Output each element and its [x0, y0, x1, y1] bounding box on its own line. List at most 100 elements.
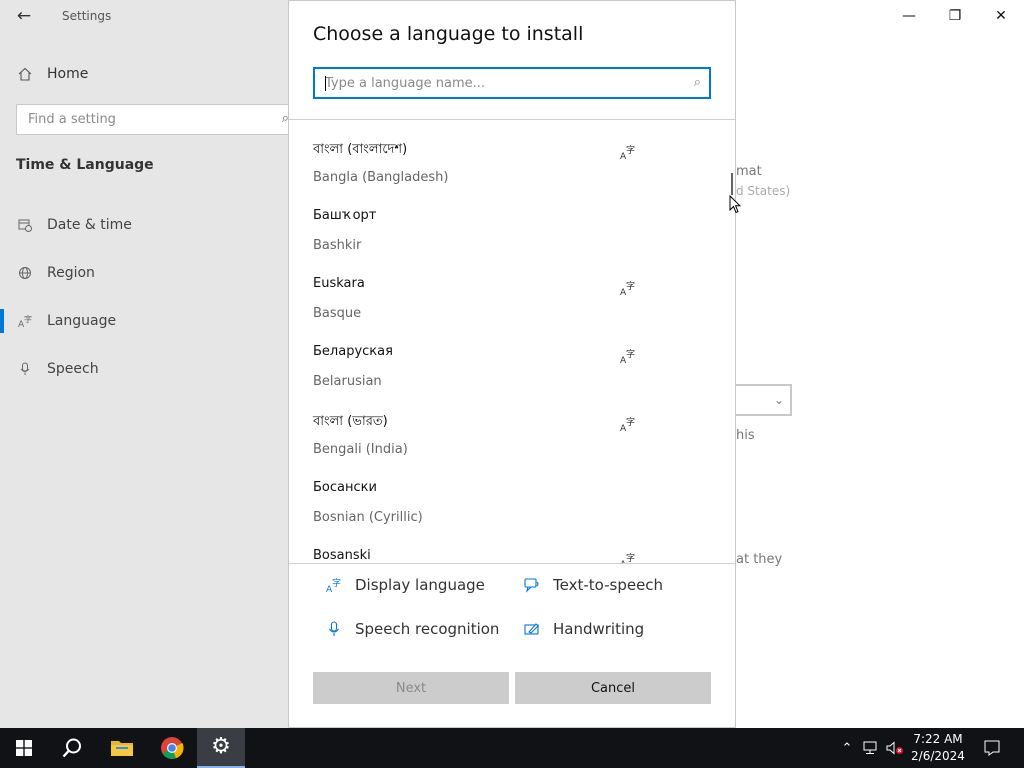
list-item[interactable]: Башҡорт Bashkir — [313, 188, 643, 253]
svg-text:字: 字 — [626, 416, 635, 428]
language-english-name: Bashkir — [313, 238, 362, 253]
svg-text:字: 字 — [626, 280, 635, 292]
svg-text:字: 字 — [626, 348, 635, 360]
display-language-icon: A字 — [620, 416, 635, 432]
minimize-button[interactable]: — — [886, 0, 932, 32]
show-hidden-icons-button[interactable]: ⌃ — [838, 728, 856, 768]
app-title: Settings — [62, 9, 112, 23]
taskbar-chrome[interactable] — [148, 728, 196, 768]
svg-text:字: 字 — [626, 144, 635, 156]
list-item[interactable]: Босански Bosnian (Cyrillic) — [313, 460, 643, 525]
language-list[interactable]: বাংলা (বাংলাদেশ) Bangla (Bangladesh) A字 … — [289, 120, 735, 563]
legend-label: Handwriting — [553, 620, 645, 638]
language-native-name: Башҡорт — [313, 208, 377, 223]
display-language-icon: A字 — [620, 144, 635, 160]
list-item[interactable]: Bosanski A字 — [313, 528, 643, 563]
dropdown-fragment[interactable]: ⌄ — [736, 384, 792, 416]
network-button[interactable] — [861, 728, 881, 768]
microphone-icon — [16, 362, 34, 376]
text-fragment-this: his — [736, 428, 755, 443]
close-button[interactable]: ✕ — [978, 0, 1024, 32]
dialog-title: Choose a language to install — [313, 23, 584, 45]
next-button[interactable]: Next — [313, 672, 509, 704]
language-english-name: Bangla (Bangladesh) — [313, 170, 449, 185]
text-to-speech-icon — [523, 577, 541, 593]
taskbar-settings[interactable]: ⚙ — [197, 728, 245, 768]
legend-label: Speech recognition — [355, 620, 500, 638]
windows-logo-icon — [16, 740, 32, 756]
clock-time: 7:22 AM — [913, 732, 963, 746]
notifications-button[interactable] — [978, 728, 1006, 768]
choose-language-dialog: Choose a language to install ⌕ বাংলা (বা… — [288, 0, 736, 728]
network-icon — [863, 741, 877, 754]
close-icon: ✕ — [995, 8, 1007, 24]
list-item[interactable]: Euskara Basque A字 — [313, 256, 643, 321]
language-search-box[interactable]: ⌕ — [313, 67, 711, 99]
legend-display-language: A字 Display language — [325, 576, 485, 594]
chevron-down-icon: ⌄ — [773, 393, 784, 407]
volume-button[interactable] — [884, 728, 906, 768]
sidebar-item-region[interactable]: Region — [16, 261, 95, 285]
find-setting-input[interactable]: Find a setting ⌕ — [16, 104, 294, 135]
svg-text:字: 字 — [24, 314, 32, 324]
folder-icon — [111, 741, 133, 756]
svg-text:字: 字 — [332, 577, 341, 589]
handwriting-icon — [523, 621, 541, 637]
sidebar-item-speech[interactable]: Speech — [16, 357, 99, 381]
language-native-name: বাংলা (বাংলাদেশ) — [313, 142, 408, 157]
list-item[interactable]: বাংলা (ভারত) Bengali (India) A字 — [313, 392, 643, 457]
volume-muted-icon — [886, 741, 903, 755]
display-language-icon: A字 — [620, 280, 635, 296]
notification-icon — [984, 740, 1000, 756]
display-language-icon: A字 — [620, 348, 635, 364]
legend-handwriting: Handwriting — [523, 620, 644, 638]
start-button[interactable] — [0, 728, 48, 768]
settings-sidebar: ← Settings Home Find a setting ⌕ Time & … — [0, 0, 294, 728]
taskbar-file-explorer[interactable] — [98, 728, 146, 768]
search-icon: ⌕ — [693, 75, 701, 90]
window-controls: — ❐ ✕ — [886, 0, 1024, 32]
format-label-fragment: mat — [736, 164, 762, 179]
display-language-icon: A字 — [620, 552, 635, 563]
back-button[interactable]: ← — [12, 4, 36, 28]
text-fragment-at-they: at they — [736, 552, 783, 567]
mouse-cursor-icon — [729, 195, 741, 214]
list-item[interactable]: বাংলা (বাংলাদেশ) Bangla (Bangladesh) A字 — [313, 120, 643, 185]
language-english-name: Bosnian (Cyrillic) — [313, 510, 423, 525]
restore-button[interactable]: ❐ — [932, 0, 978, 32]
feature-legend: A字 Display language Text-to-speech Speec… — [289, 564, 735, 664]
minimize-icon: — — [902, 8, 916, 24]
clock-date: 2/6/2024 — [911, 749, 965, 763]
cancel-button[interactable]: Cancel — [515, 672, 711, 704]
language-native-name: Босански — [313, 480, 377, 495]
language-search-input[interactable] — [325, 75, 665, 91]
list-scrollbar[interactable] — [731, 173, 733, 195]
sidebar-item-label: Date & time — [47, 217, 132, 233]
sidebar-item-date-time[interactable]: Date & time — [16, 213, 132, 237]
sidebar-item-label: Language — [47, 313, 117, 329]
chrome-icon — [161, 737, 184, 759]
taskbar: ⚙ ⌃ 7:22 AM 2/6/2024 — [0, 728, 1024, 768]
legend-text-to-speech: Text-to-speech — [523, 576, 663, 594]
text-caret — [325, 76, 326, 91]
sidebar-item-home[interactable]: Home — [16, 62, 88, 86]
language-english-name: Bengali (India) — [313, 442, 408, 457]
taskbar-clock[interactable]: 7:22 AM 2/6/2024 — [908, 731, 968, 765]
search-icon — [62, 738, 81, 758]
language-icon: A字 — [16, 314, 34, 328]
language-native-name: বাংলা (ভারত) — [313, 414, 388, 429]
display-language-icon: A字 — [325, 577, 343, 593]
restore-icon: ❐ — [948, 8, 962, 24]
back-arrow-icon: ← — [16, 6, 32, 26]
gear-icon: ⚙ — [211, 734, 231, 759]
format-sub-fragment: d States) — [736, 184, 791, 198]
language-english-name: Basque — [313, 306, 362, 321]
home-icon — [16, 67, 34, 81]
svg-text:字: 字 — [626, 552, 635, 563]
search-button[interactable] — [48, 728, 96, 768]
sidebar-item-language[interactable]: A字 Language — [16, 309, 116, 333]
list-item[interactable]: Беларуская Belarusian A字 — [313, 324, 643, 389]
microphone-icon — [325, 621, 343, 637]
find-setting-placeholder: Find a setting — [28, 112, 116, 127]
language-native-name: Bosanski — [313, 548, 371, 563]
